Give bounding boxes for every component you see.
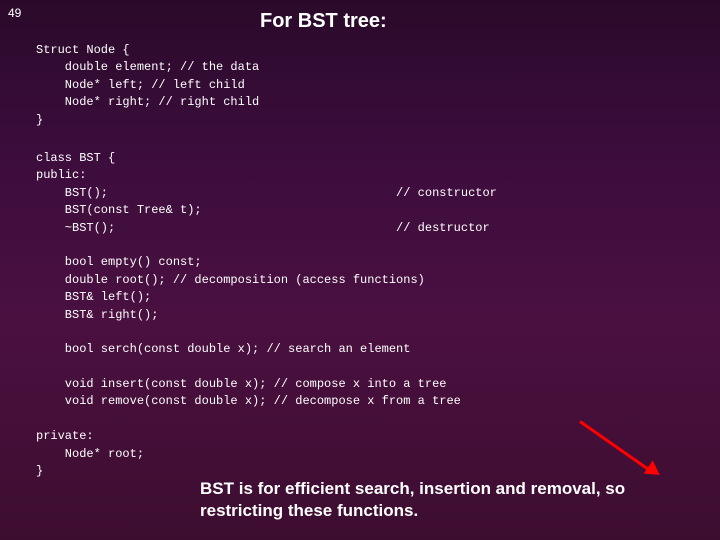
arrow-line	[579, 420, 654, 474]
class-code-block: class BST { public: BST(); // constructo…	[36, 150, 497, 480]
pointer-arrow	[580, 420, 680, 480]
slide-title: For BST tree:	[260, 10, 387, 33]
slide-number: 49	[8, 6, 21, 20]
footer-note: BST is for efficient search, insertion a…	[200, 478, 700, 522]
struct-code-block: Struct Node { double element; // the dat…	[36, 42, 259, 129]
